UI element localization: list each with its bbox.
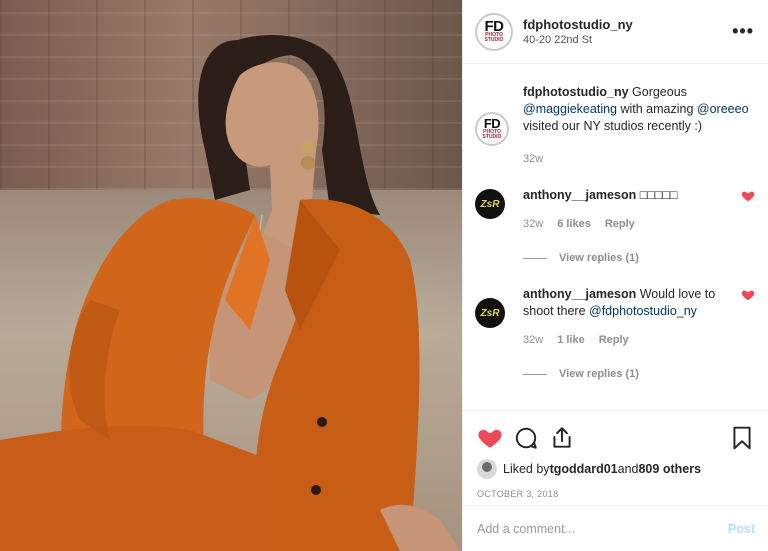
post-actions: Liked by tgoddard01 and 809 others OCTOB… [463,410,768,551]
author-avatar-subtext: PHOTO STUDIO [484,32,504,43]
caption-mention[interactable]: @maggiekeating [523,102,617,116]
caption-avatar[interactable]: FD PHOTO STUDIO [475,112,509,146]
view-replies-label: View replies (1) [559,252,639,264]
instagram-post: FD PHOTO STUDIO fdphotostudio_ny 40-20 2… [0,0,768,551]
commenter-avatar-text: ZsR [480,198,500,210]
caption-text-part: visited our NY studios recently :) [523,119,703,133]
comment-likes[interactable]: 6 likes [557,218,591,230]
replies-divider [523,373,547,375]
comment-time[interactable]: 32w [523,334,543,346]
reply-button[interactable]: Reply [599,334,629,346]
commenter-avatar-text: ZsR [480,307,500,319]
post-side-panel: FD PHOTO STUDIO fdphotostudio_ny 40-20 2… [462,0,768,551]
caption-mention[interactable]: @oreeeo [697,102,749,116]
caption-username[interactable]: fdphotostudio_ny [523,85,629,99]
view-replies-button[interactable]: View replies (1) [523,368,729,380]
caption-row: FD PHOTO STUDIO fdphotostudio_ny Gorgeou… [475,84,755,165]
comment-likes[interactable]: 1 like [557,334,585,346]
author-avatar[interactable]: FD PHOTO STUDIO [475,12,513,51]
comment-time[interactable]: 32w [523,218,543,230]
liked-by-user[interactable]: tgoddard01 [550,462,618,476]
liker-avatar[interactable] [477,459,497,479]
comment-mention[interactable]: @fdphotostudio_ny [589,304,697,318]
caption-avatar-subtext: PHOTO STUDIO [482,129,502,140]
post-date[interactable]: OCTOBER 3, 2018 [463,479,768,499]
comment-text: anthony__jameson Would love to shoot the… [523,286,729,320]
liked-by-middle: and [617,462,639,476]
model-illustration [0,35,460,551]
post-header: FD PHOTO STUDIO fdphotostudio_ny 40-20 2… [463,0,768,64]
commenter-avatar[interactable]: ZsR [475,298,505,328]
comment-row: ZsR anthony__jameson □□□□□ 32w 6 likes R… [475,187,755,264]
comment-body: □□□□□ [636,188,678,202]
comment-text: anthony__jameson □□□□□ [523,187,729,204]
comments-list[interactable]: FD PHOTO STUDIO fdphotostudio_ny Gorgeou… [463,64,768,410]
author-username[interactable]: fdphotostudio_ny [523,17,732,32]
share-upload-icon[interactable] [549,425,575,451]
reply-button[interactable]: Reply [605,218,635,230]
view-replies-label: View replies (1) [559,368,639,380]
add-comment-input[interactable] [477,521,728,536]
caption-time[interactable]: 32w [523,153,543,165]
caption-text-part: with amazing [617,102,697,116]
liked-by[interactable]: Liked by tgoddard01 and 809 others [463,455,768,479]
like-heart-icon[interactable] [477,425,503,451]
liked-by-prefix: Liked by [503,462,550,476]
comment-username[interactable]: anthony__jameson [523,188,636,202]
caption-text: fdphotostudio_ny Gorgeous @maggiekeating… [523,84,755,135]
comment-username[interactable]: anthony__jameson [523,287,636,301]
more-options-icon[interactable]: ••• [732,21,754,42]
add-comment-bar: Post [463,505,768,551]
comment-like-heart-icon[interactable] [741,288,755,302]
comment-row: ZsR anthony__jameson Would love to shoot… [475,286,755,380]
replies-divider [523,257,547,259]
author-location[interactable]: 40-20 22nd St [523,34,732,46]
liked-by-count[interactable]: 809 others [638,462,701,476]
caption-text-part: Gorgeous [628,85,687,99]
view-replies-button[interactable]: View replies (1) [523,252,729,264]
save-bookmark-icon[interactable] [729,425,755,451]
post-photo[interactable] [0,0,462,551]
commenter-avatar[interactable]: ZsR [475,189,505,219]
post-comment-button[interactable]: Post [728,522,755,536]
comment-like-heart-icon[interactable] [741,189,755,203]
comment-bubble-icon[interactable] [513,425,539,451]
